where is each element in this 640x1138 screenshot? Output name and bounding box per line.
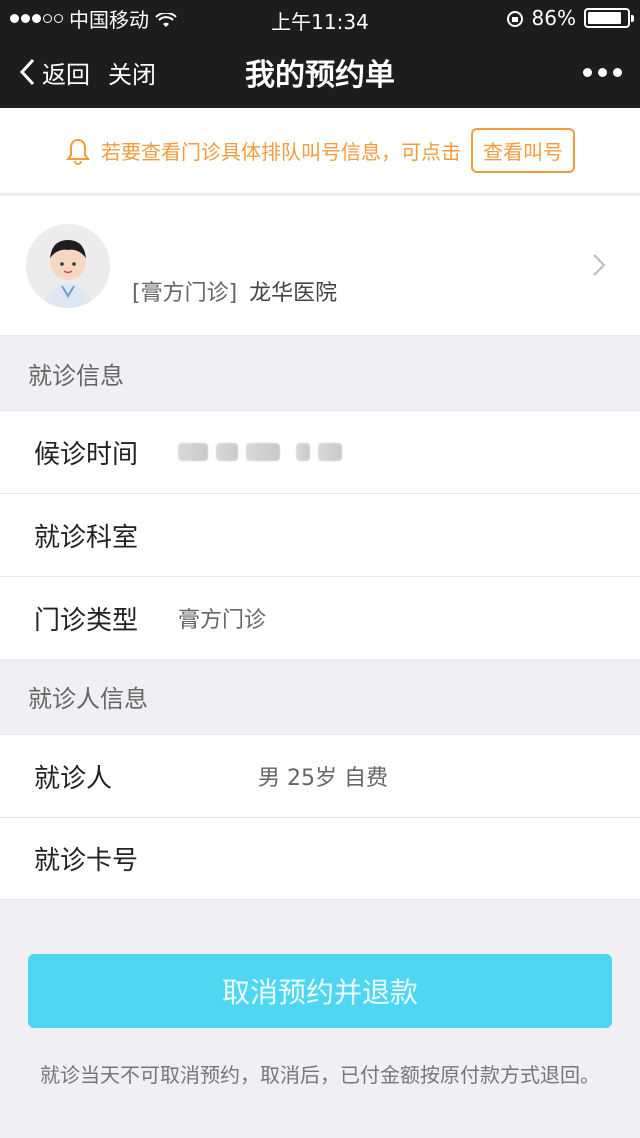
row-label: 就诊科室 <box>34 522 139 553</box>
status-bar: 中国移动 上午11:34 86% <box>0 0 640 36</box>
battery-percent: 86% <box>531 6 576 30</box>
rotation-lock-icon <box>506 9 524 27</box>
app-header: 中国移动 上午11:34 86% 返回 关闭 我的预约单 <box>0 0 640 108</box>
cancel-and-refund-button[interactable]: 取消预约并退款 <box>28 954 612 1028</box>
wifi-icon <box>155 10 177 27</box>
page-title: 我的预约单 <box>245 58 395 93</box>
bell-icon <box>65 137 91 165</box>
visit-row-clinic-type: 门诊类型 膏方门诊 <box>0 576 640 659</box>
hospital-name: 龙华医院 <box>249 280 338 306</box>
view-queue-button[interactable]: 查看叫号 <box>471 128 575 173</box>
more-dot-icon <box>598 67 607 77</box>
section-visit-info: 就诊信息 <box>28 361 124 390</box>
battery-group: 86% <box>506 6 634 30</box>
battery-icon <box>584 8 634 28</box>
more-button[interactable] <box>583 67 622 77</box>
chevron-left-icon <box>18 57 36 87</box>
close-button[interactable]: 关闭 <box>108 55 156 90</box>
doctor-card[interactable]: [膏方门诊] 龙华医院 <box>0 196 640 336</box>
row-label: 候诊时间 <box>34 439 139 470</box>
row-label: 就诊人 <box>34 763 113 794</box>
queue-notice: 若要查看门诊具体排队叫号信息，可点击 查看叫号 <box>0 108 640 194</box>
battery-fill <box>588 12 621 24</box>
chevron-right-icon <box>584 251 612 279</box>
carrier-label: 中国移动 <box>69 7 149 32</box>
clinic-type: [膏方门诊] <box>132 280 238 306</box>
more-dot-icon <box>613 67 622 77</box>
carrier-group: 中国移动 <box>10 4 177 33</box>
nav-bar: 返回 关闭 我的预约单 <box>0 36 640 108</box>
clock: 上午11:34 <box>271 10 369 34</box>
cancel-tip: 就诊当天不可取消预约，取消后，已付金额按原付款方式退回。 <box>40 1063 600 1087</box>
signal-icon <box>10 13 63 23</box>
visit-row-wait-time: 候诊时间 <box>0 410 640 493</box>
row-label: 就诊卡号 <box>34 846 139 876</box>
visit-row-department: 就诊科室 <box>0 493 640 576</box>
more-dot-icon <box>583 67 592 77</box>
notice-text: 若要查看门诊具体排队叫号信息，可点击 <box>101 140 461 164</box>
back-label: 返回 <box>42 60 90 89</box>
back-button[interactable]: 返回 <box>18 55 90 90</box>
row-value: 男 25岁 自费 <box>258 766 388 791</box>
wait-time-value-redacted <box>178 443 342 461</box>
row-label: 门诊类型 <box>34 605 139 636</box>
patient-row-card-number: 就诊卡号 <box>0 817 640 900</box>
doctor-avatar <box>26 223 110 308</box>
row-value: 膏方门诊 <box>178 608 267 633</box>
section-patient-info: 就诊人信息 <box>0 660 640 732</box>
patient-row-name: 就诊人 男 25岁 自费 <box>0 734 640 817</box>
doctor-info: [膏方门诊] 龙华医院 <box>132 275 337 307</box>
